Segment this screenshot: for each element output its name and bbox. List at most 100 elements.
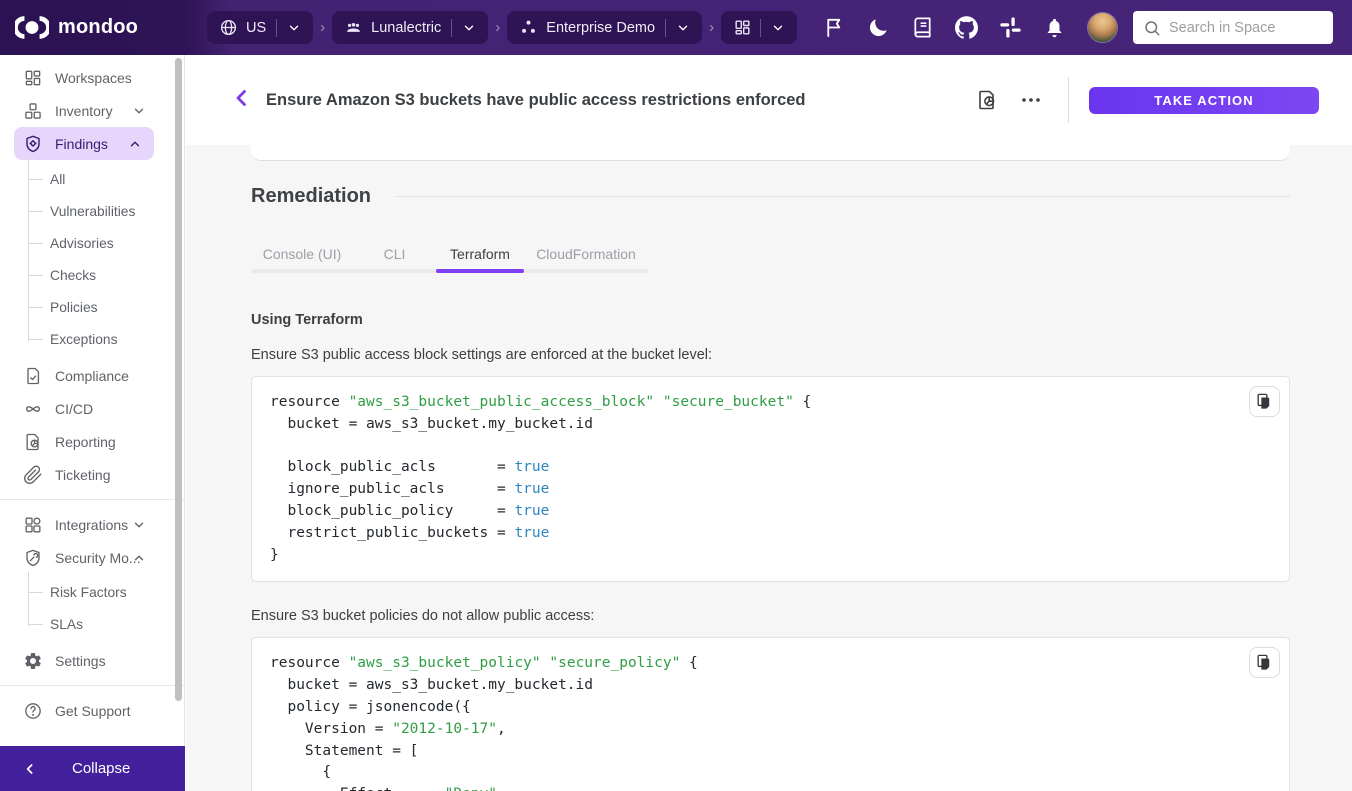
sidebar-divider [0, 685, 184, 686]
notifications-button[interactable] [1043, 16, 1066, 39]
code-line: ignore_public_acls = true [270, 479, 1271, 501]
avatar[interactable] [1088, 13, 1117, 42]
sidebar-item-compliance[interactable]: Compliance [0, 359, 184, 392]
section-divider [396, 196, 1290, 197]
code-line: } [270, 545, 1271, 567]
sidebar-item-get-support[interactable]: Get Support [0, 694, 184, 727]
sidebar-item-label: Security Mo... [55, 550, 141, 566]
code-line: block_public_policy = true [270, 501, 1271, 523]
space-selector[interactable]: Enterprise Demo [507, 11, 702, 44]
sidebar-item-security-mo-[interactable]: Security Mo... [0, 541, 184, 574]
terraform-code-1: resource "aws_s3_bucket_public_access_bl… [270, 392, 1271, 566]
section-header: Remediation [251, 185, 1290, 208]
people-icon [344, 18, 363, 37]
remediation-tabs: Console (UI)CLITerraformCloudFormation [251, 235, 648, 273]
sidebar-item-exceptions[interactable]: Exceptions [0, 323, 184, 355]
code-block-2: resource "aws_s3_bucket_policy" "secure_… [251, 637, 1290, 791]
collapse-button[interactable]: Collapse [0, 746, 185, 791]
search-input[interactable] [1169, 20, 1323, 36]
sidebar-item-vulnerabilities[interactable]: Vulnerabilities [0, 195, 184, 227]
page-title: Ensure Amazon S3 buckets have public acc… [266, 91, 972, 110]
top-navbar: mondoo US›Lunalectric›Enterprise Demo› [0, 0, 1352, 55]
sidebar-item-ci-cd[interactable]: CI/CD [0, 392, 184, 425]
sidebar-item-risk-factors[interactable]: Risk Factors [0, 576, 184, 608]
sidebar-item-all[interactable]: All [0, 163, 184, 195]
sidebar-item-advisories[interactable]: Advisories [0, 227, 184, 259]
breadcrumb-label: US [246, 20, 266, 36]
tab-cli[interactable]: CLI [353, 235, 436, 273]
code-line: bucket = aws_s3_bucket.my_bucket.id [270, 675, 1271, 697]
sidebar-item-policies[interactable]: Policies [0, 291, 184, 323]
sidebar-item-label: CI/CD [55, 401, 93, 417]
tab-cloudformation[interactable]: CloudFormation [524, 235, 648, 273]
sidebar-item-label: Integrations [55, 517, 128, 533]
more-options-button[interactable] [1016, 85, 1046, 115]
chevron-down-icon[interactable] [670, 15, 696, 41]
mondoo-logo[interactable]: mondoo [0, 16, 185, 39]
bell-icon [1043, 16, 1066, 39]
copy-button[interactable] [1249, 647, 1280, 678]
breadcrumb-separator: › [492, 19, 503, 36]
copy-button[interactable] [1249, 386, 1280, 417]
sidebar-item-label: Get Support [55, 703, 131, 719]
chevron-left-icon [230, 86, 254, 110]
org-selector[interactable]: Lunalectric [332, 11, 488, 44]
code-line: block_public_acls = true [270, 457, 1271, 479]
more-horizontal-icon [1019, 88, 1043, 112]
chevron-up-icon [132, 551, 146, 565]
sidebar-item-label: Ticketing [55, 467, 111, 483]
workspace-selector[interactable] [721, 11, 797, 44]
sidebar-item-label: Checks [50, 268, 96, 283]
code-line: bucket = aws_s3_bucket.my_bucket.id [270, 414, 1271, 436]
copy-icon [1255, 653, 1274, 672]
sidebar-item-label: Advisories [50, 236, 114, 251]
chevron-down-icon[interactable] [456, 15, 482, 41]
sidebar-scrollbar[interactable] [175, 55, 182, 791]
sidebar-item-findings[interactable]: Findings [14, 127, 154, 160]
theme-toggle-button[interactable] [867, 16, 890, 39]
copy-icon [1255, 392, 1274, 411]
header-divider [1068, 77, 1069, 123]
sidebar-item-workspaces[interactable]: Workspaces [0, 61, 184, 94]
code-line [270, 436, 1271, 458]
sidebar-item-ticketing[interactable]: Ticketing [0, 458, 184, 491]
sidebar-item-label: Reporting [55, 434, 116, 450]
code-line: resource "aws_s3_bucket_public_access_bl… [270, 392, 1271, 414]
breadcrumb-separator: › [706, 19, 717, 36]
feature-flags-button[interactable] [823, 16, 846, 39]
sidebar-item-label: Compliance [55, 368, 129, 384]
collapse-label: Collapse [72, 760, 130, 777]
sidebar-subgroup: AllVulnerabilities Advisories Checks Polici… [0, 161, 184, 359]
take-action-button[interactable]: TAKE ACTION [1089, 87, 1319, 114]
sidebar-item-reporting[interactable]: Reporting [0, 425, 184, 458]
slack-button[interactable] [999, 16, 1022, 39]
flag-icon [823, 16, 846, 39]
sidebar-item-label: Settings [55, 653, 106, 669]
docs-button[interactable] [911, 16, 934, 39]
chevron-up-icon [128, 137, 142, 151]
search-box[interactable] [1133, 11, 1333, 44]
compliance-icon [23, 366, 43, 386]
chevron-down-icon[interactable] [765, 15, 791, 41]
chevron-down-icon[interactable] [281, 15, 307, 41]
integrations-icon [23, 515, 43, 535]
instruction-paragraph-2: Ensure S3 bucket policies do not allow p… [251, 608, 1290, 624]
sidebar-item-settings[interactable]: Settings [0, 644, 184, 677]
region-selector[interactable]: US [207, 11, 313, 44]
sidebar-nav: WorkspacesInventoryFindingsAllVulnerabil… [0, 55, 184, 727]
tab-console-ui-[interactable]: Console (UI) [251, 235, 353, 273]
sidebar-item-integrations[interactable]: Integrations [0, 508, 184, 541]
report-button[interactable] [972, 85, 1002, 115]
scrollbar-thumb[interactable] [175, 58, 182, 701]
sidebar-item-inventory[interactable]: Inventory [0, 94, 184, 127]
sidebar-item-slas[interactable]: SLAs [0, 608, 184, 640]
mondoo-logo-icon [15, 16, 49, 39]
workspace-grid-icon [733, 18, 752, 37]
chevron-down-icon [132, 104, 146, 118]
main-content: Ensure Amazon S3 buckets have public acc… [186, 55, 1352, 791]
tab-terraform[interactable]: Terraform [436, 235, 524, 273]
back-button[interactable] [230, 86, 258, 114]
sidebar-item-checks[interactable]: Checks [0, 259, 184, 291]
code-line: Effect = "Deny", [270, 784, 1271, 791]
github-button[interactable] [955, 16, 978, 39]
